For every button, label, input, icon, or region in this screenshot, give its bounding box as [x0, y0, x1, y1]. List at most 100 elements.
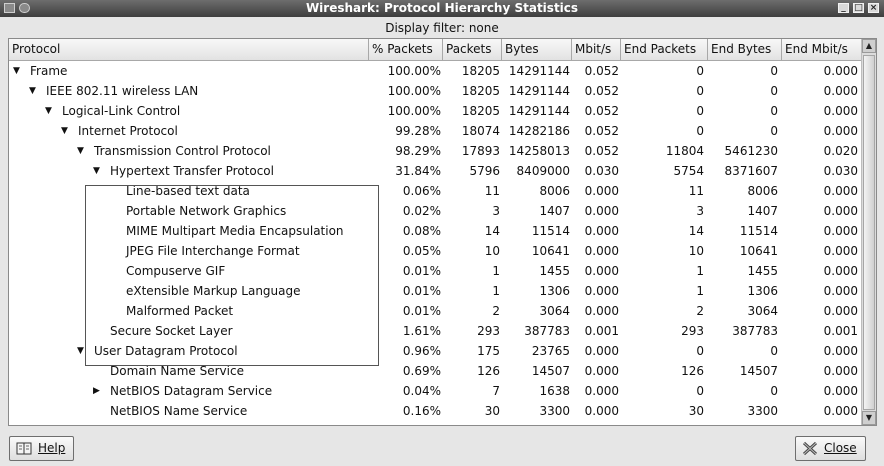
table-row[interactable]: Line-based text data 0.06% 11 8006 0.000 11 80…: [9, 181, 862, 201]
table-row[interactable]: ▼ Internet Protocol 99.28% 18074 14282186 0.0…: [9, 121, 862, 141]
cell-bytes: 1638: [539, 384, 570, 398]
cell-end-bytes: 1407: [747, 204, 778, 218]
cell-pct: 1.61%: [402, 324, 441, 338]
cell-end-mbit: 0.000: [823, 224, 858, 238]
help-label: Help: [38, 441, 66, 455]
close-icon[interactable]: ×: [868, 3, 879, 13]
cell-bytes: 1306: [539, 284, 570, 298]
cell-end-mbit: 0.000: [823, 104, 858, 118]
table-row[interactable]: Portable Network Graphics 0.02% 3 1407 0.000…: [9, 201, 862, 221]
protocol-name: JPEG File Interchange Format: [126, 244, 300, 258]
column-header-protocol[interactable]: Protocol: [9, 39, 369, 61]
table-row[interactable]: ▼ Logical-Link Control 100.00% 18205 1429114…: [9, 101, 862, 121]
cell-end-packets: 30: [688, 404, 704, 418]
cell-packets: 10: [484, 244, 500, 258]
close-label: Close: [824, 441, 857, 455]
column-header-packets[interactable]: Packets: [443, 39, 502, 61]
expander-open-icon[interactable]: ▼: [61, 121, 71, 141]
column-header-end-bytes[interactable]: End Bytes: [708, 39, 782, 61]
scroll-up-icon[interactable]: ▲: [862, 39, 876, 53]
table-row[interactable]: ▼ Frame 100.00% 18205 14291144 0.052 0 0 0.000: [9, 61, 862, 81]
cell-end-mbit: 0.001: [823, 324, 858, 338]
table-row[interactable]: Malformed Packet 0.01% 2 3064 0.000 2 3064 0.00…: [9, 301, 862, 321]
cell-pct: 0.04%: [402, 384, 441, 398]
minimize-icon[interactable]: _: [838, 3, 849, 13]
cell-end-bytes: 0: [770, 384, 778, 398]
cell-end-mbit: 0.000: [823, 364, 858, 378]
cell-end-packets: 11: [688, 184, 704, 198]
column-header-end-packets[interactable]: End Packets: [621, 39, 708, 61]
table-row[interactable]: Secure Socket Layer 1.61% 293 387783 0.001 29…: [9, 321, 862, 341]
close-button[interactable]: Close: [795, 436, 866, 461]
cell-mbit: 0.052: [584, 104, 619, 118]
protocol-name: Hypertext Transfer Protocol: [110, 164, 274, 178]
cell-pct: 0.02%: [402, 204, 441, 218]
cell-pct: 0.06%: [402, 184, 441, 198]
table-row[interactable]: ▼ Transmission Control Protocol 98.29% 1789…: [9, 141, 862, 161]
table-row[interactable]: JPEG File Interchange Format 0.05% 10 10641…: [9, 241, 862, 261]
cell-mbit: 0.000: [584, 264, 619, 278]
cell-end-bytes: 0: [770, 84, 778, 98]
cell-packets: 14: [484, 224, 500, 238]
table-row[interactable]: Domain Name Service 0.69% 126 14507 0.000 126…: [9, 361, 862, 381]
cell-end-bytes: 10641: [739, 244, 778, 258]
cell-end-bytes: 3064: [747, 304, 778, 318]
scroll-thumb[interactable]: [863, 55, 875, 410]
scroll-down-icon[interactable]: ▼: [862, 411, 876, 425]
table-row[interactable]: MIME Multipart Media Encapsulation 0.08% 1…: [9, 221, 862, 241]
cell-pct: 0.69%: [402, 364, 441, 378]
maximize-icon[interactable]: □: [853, 3, 864, 13]
protocol-name: NetBIOS Datagram Service: [110, 384, 273, 398]
expander-open-icon[interactable]: ▼: [93, 161, 103, 181]
cell-bytes: 14258013: [508, 144, 570, 158]
cell-end-bytes: 8371607: [724, 164, 778, 178]
table-row[interactable]: eXtensible Markup Language 0.01% 1 1306 0.00…: [9, 281, 862, 301]
help-button[interactable]: Help: [9, 436, 75, 461]
table-row[interactable]: ▶ NetBIOS Datagram Service 0.04% 7 1638 0.000…: [9, 381, 862, 401]
cell-packets: 18205: [461, 84, 500, 98]
close-x-icon: [802, 441, 818, 456]
protocol-name: User Datagram Protocol: [94, 344, 238, 358]
cell-bytes: 14291144: [508, 84, 570, 98]
cell-bytes: 1407: [539, 204, 570, 218]
cell-packets: 18205: [461, 64, 500, 78]
window-title: Wireshark: Protocol Hierarchy Statistics: [305, 1, 579, 15]
cell-bytes: 387783: [524, 324, 570, 338]
cell-end-mbit: 0.000: [823, 64, 858, 78]
column-header-pct-packets[interactable]: % Packets: [369, 39, 443, 61]
cell-bytes: 8006: [539, 184, 570, 198]
cell-bytes: 3300: [539, 404, 570, 418]
table-row[interactable]: Compuserve GIF 0.01% 1 1455 0.000 1 1455 0.000: [9, 261, 862, 281]
column-header-bytes[interactable]: Bytes: [502, 39, 572, 61]
column-header-mbit[interactable]: Mbit/s: [572, 39, 621, 61]
cell-mbit: 0.000: [584, 184, 619, 198]
table-header: Protocol % Packets Packets Bytes Mbit/s …: [9, 39, 862, 61]
vertical-scrollbar[interactable]: ▲ ▼: [861, 39, 876, 425]
expander-open-icon[interactable]: ▼: [13, 61, 23, 81]
expander-open-icon[interactable]: ▼: [77, 141, 87, 161]
cell-end-bytes: 14507: [739, 364, 778, 378]
display-filter-label: Display filter: none: [385, 21, 499, 35]
protocol-tree-table[interactable]: Protocol % Packets Packets Bytes Mbit/s …: [8, 38, 877, 426]
protocol-name: Compuserve GIF: [126, 264, 226, 278]
cell-end-packets: 1: [696, 264, 704, 278]
expander-open-icon[interactable]: ▼: [29, 81, 39, 101]
cell-end-mbit: 0.000: [823, 284, 858, 298]
table-row[interactable]: ▼ User Datagram Protocol 0.96% 175 23765 0.00…: [9, 341, 862, 361]
cell-end-mbit: 0.000: [823, 204, 858, 218]
cell-bytes: 14291144: [508, 64, 570, 78]
expander-closed-icon[interactable]: ▶: [93, 381, 103, 401]
table-row[interactable]: ▼ IEEE 802.11 wireless LAN 100.00% 18205 142…: [9, 81, 862, 101]
expander-open-icon[interactable]: ▼: [45, 101, 55, 121]
cell-bytes: 1455: [539, 264, 570, 278]
table-row[interactable]: ▼ Hypertext Transfer Protocol 31.84% 5796 84…: [9, 161, 862, 181]
protocol-name: Frame: [30, 64, 68, 78]
table-row[interactable]: NetBIOS Name Service 0.16% 30 3300 0.000 30 33…: [9, 401, 862, 421]
cell-end-bytes: 387783: [732, 324, 778, 338]
column-header-end-mbit[interactable]: End Mbit/s: [782, 39, 862, 61]
cell-pct: 0.01%: [402, 264, 441, 278]
cell-end-bytes: 5461230: [724, 144, 778, 158]
expander-open-icon[interactable]: ▼: [77, 341, 87, 361]
cell-end-packets: 0: [696, 124, 704, 138]
cell-end-packets: 1: [696, 284, 704, 298]
